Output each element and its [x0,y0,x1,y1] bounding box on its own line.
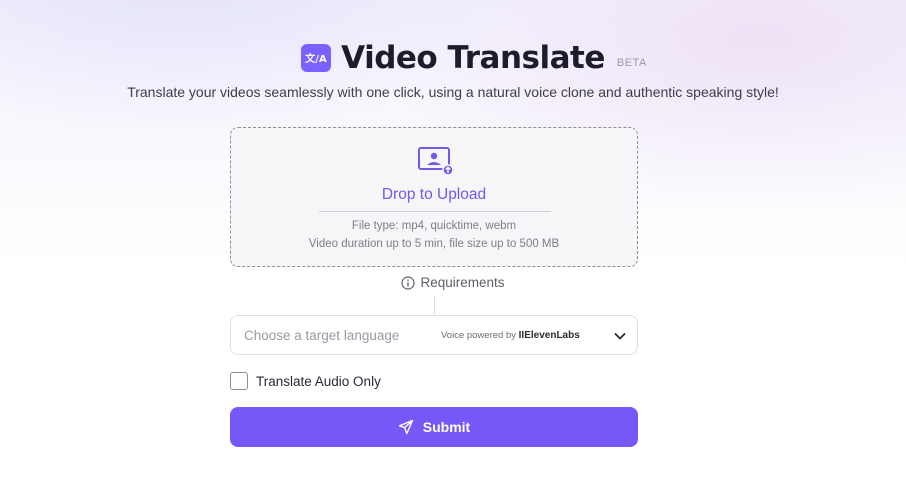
file-limit-hint: Video duration up to 5 min, file size up… [308,238,560,250]
submit-button[interactable]: Submit [230,407,638,447]
page-subtitle: Translate your videos seamlessly with on… [127,84,779,100]
drop-divider [319,211,551,212]
title-group: 文/A Video Translate BETA [301,40,646,76]
beta-badge: BETA [616,57,647,69]
file-type-hint: File type: mp4, quicktime, webm [351,220,517,232]
target-language-select[interactable]: Choose a target language Voice powered b… [230,315,638,355]
translate-icon: 文/A [301,44,332,72]
connector-line [434,296,435,314]
drop-upload-label: Drop to Upload [381,186,487,203]
language-placeholder: Choose a target language [244,328,400,343]
requirements-label: Requirements [420,275,505,290]
logo-text: 文/A [305,52,327,65]
submit-label: Submit [422,419,471,435]
elevenlabs-brand: IIElevenLabs [518,330,580,341]
info-icon [401,275,416,290]
chevron-down-icon [614,333,626,340]
upload-video-icon [418,147,453,176]
requirements-link[interactable]: Requirements [0,275,906,290]
page-title: Video Translate [341,40,605,76]
send-icon [398,419,413,435]
audio-only-checkbox[interactable] [230,372,248,390]
audio-only-label: Translate Audio Only [256,373,381,389]
header: 文/A Video Translate BETA [0,40,906,76]
upload-dropzone[interactable]: Drop to Upload File type: mp4, quicktime… [230,127,638,267]
powered-prefix: Voice powered by [441,330,516,341]
voice-powered-by: Voice powered by IIElevenLabs [441,330,580,341]
audio-only-option[interactable]: Translate Audio Only [230,372,381,390]
